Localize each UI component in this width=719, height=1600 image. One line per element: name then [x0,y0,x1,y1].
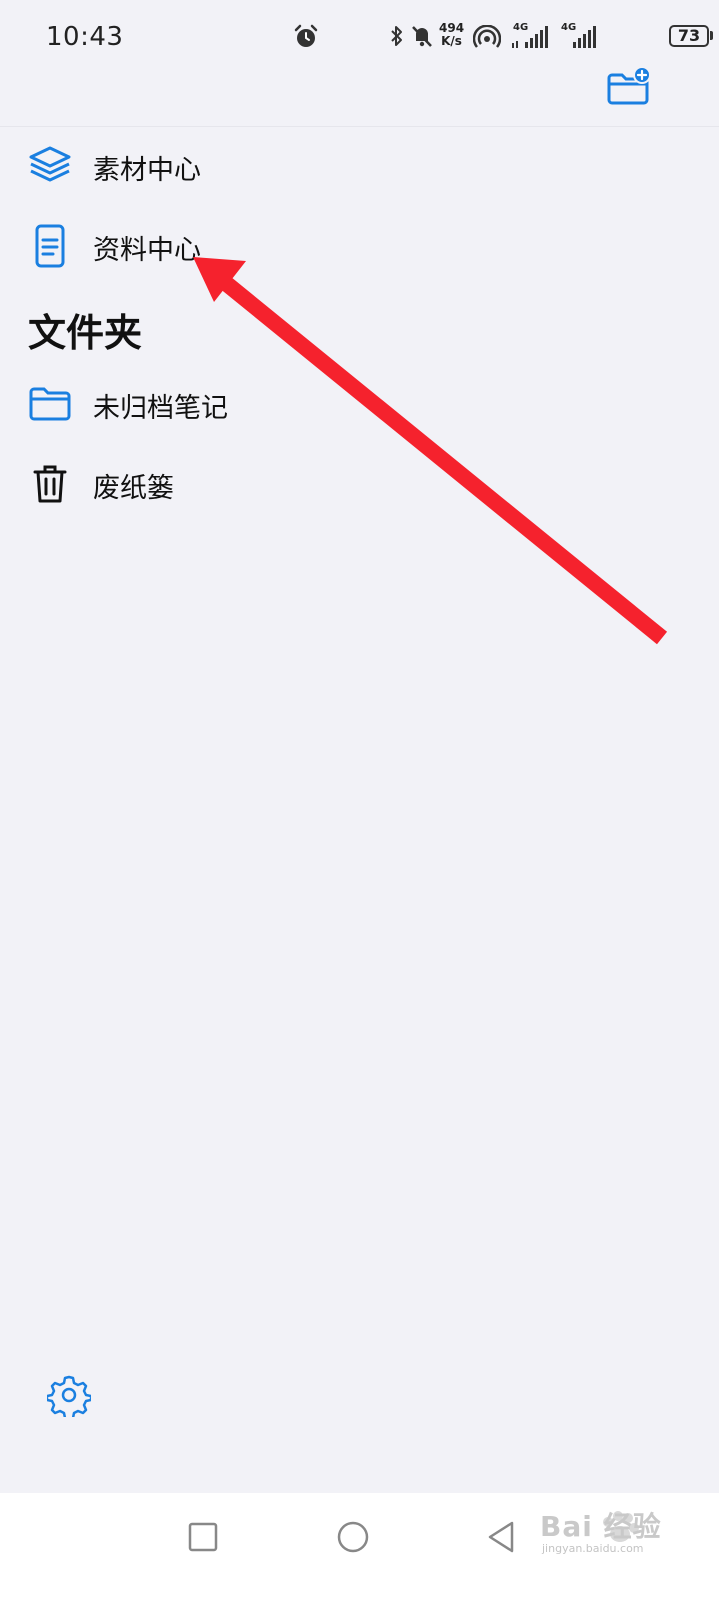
battery-indicator: 73 [669,25,709,47]
net-speed: 494 K/s [439,22,464,48]
signal-1-icon [512,26,548,48]
status-icons: 494 K/s 4G 4G 73 [389,18,719,58]
bluetooth-icon [391,26,402,46]
mute-bell-icon [412,26,432,47]
folders-section-title: 文件夹 [28,311,143,355]
trash-icon [33,465,67,503]
menu-item-material-center[interactable]: 素材中心 [0,130,719,200]
folder-item-label: 废纸篓 [93,473,174,504]
settings-gear-icon[interactable] [47,1373,91,1417]
alarm-icon [294,24,318,47]
watermark-url: jingyan.baidu.com [542,1542,644,1555]
signal-2-icon [573,26,596,48]
document-icon [35,224,65,268]
status-time: 10:43 [46,22,124,52]
menu-item-resource-center[interactable]: 资料中心 [0,210,719,280]
folder-icon [29,387,71,421]
menu-item-label: 素材中心 [93,155,201,186]
back-icon[interactable] [480,1515,524,1559]
recent-apps-icon[interactable] [181,1515,225,1559]
battery-tip [710,31,713,40]
watermark-text: Bai 经验 [540,1510,662,1543]
status-bar: 10:43 494 K/s 4G 4G 73 [0,0,719,76]
layers-icon [29,146,71,182]
top-bar [0,66,719,127]
hotspot-icon [473,25,501,48]
menu-item-label: 资料中心 [93,235,201,266]
net-speed-unit: K/s [441,34,462,48]
home-icon[interactable] [331,1515,375,1559]
folder-item-unfiled-notes[interactable]: 未归档笔记 [0,368,719,438]
folder-item-label: 未归档笔记 [93,393,228,424]
folder-item-trash[interactable]: 废纸篓 [0,448,719,518]
new-folder-button[interactable] [606,66,654,108]
